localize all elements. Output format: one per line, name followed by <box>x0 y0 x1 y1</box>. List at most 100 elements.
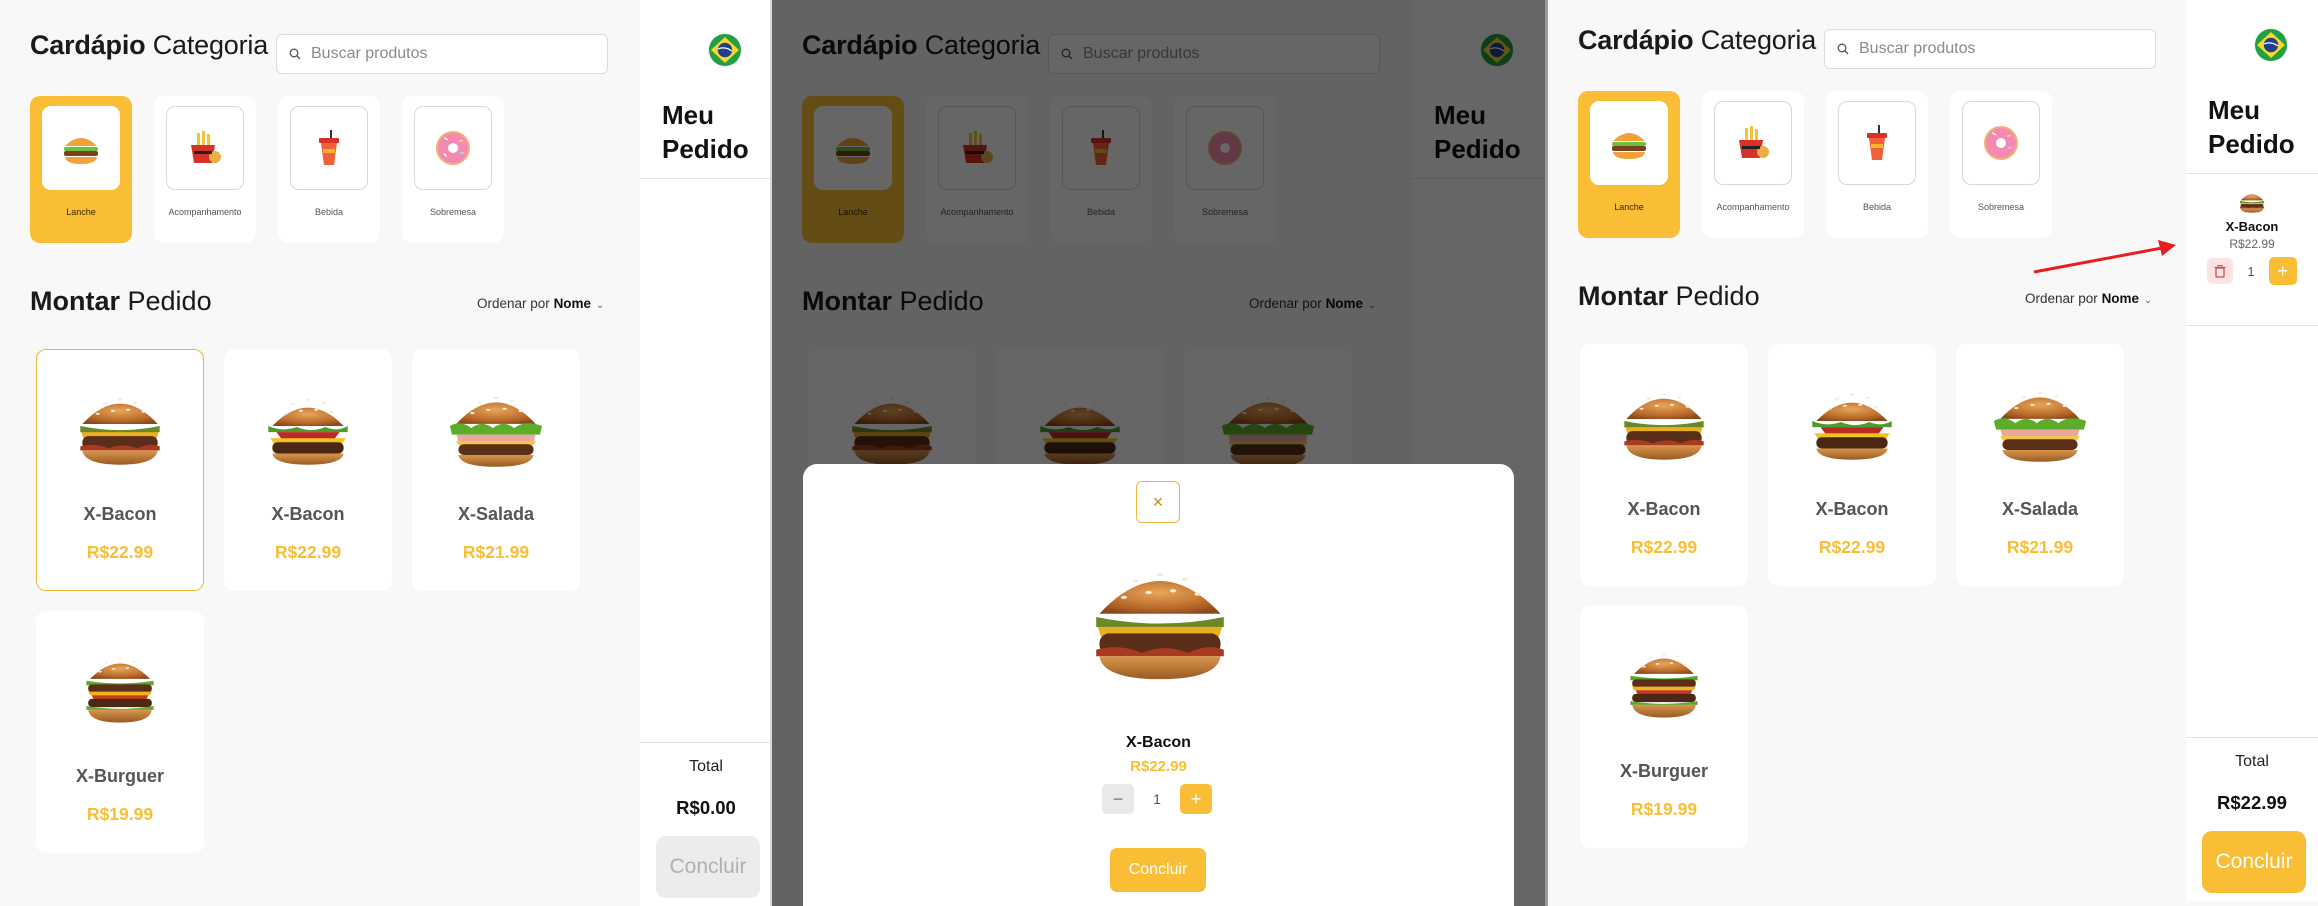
product-name: X-Bacon <box>271 504 345 524</box>
product-name: X-Bacon <box>1627 499 1701 519</box>
product-card[interactable]: X-Bacon R$22.99 <box>1768 344 1936 586</box>
category-bebida[interactable]: Bebida <box>1826 91 1928 238</box>
title-rest: Categoria <box>1700 25 1817 55</box>
sort-value: Nome <box>553 296 592 311</box>
order-divider <box>2186 737 2318 738</box>
product-price: R$22.99 <box>86 542 154 562</box>
trash-icon <box>2214 264 2226 278</box>
category-label: Acompanhamento <box>1716 202 1790 212</box>
brazil-flag-icon[interactable] <box>707 32 743 68</box>
order-title-line2: Pedido <box>2208 129 2295 159</box>
donut-icon <box>414 106 492 190</box>
product-price: R$19.99 <box>1630 799 1698 819</box>
close-icon: × <box>1152 491 1164 512</box>
sort-value: Nome <box>2101 291 2140 306</box>
page-title: Cardápio Categoria <box>30 30 268 61</box>
product-card[interactable]: X-Burguer R$19.99 <box>1580 606 1748 848</box>
category-lanche[interactable]: Lanche <box>30 96 132 243</box>
increase-item-button[interactable]: + <box>2268 257 2297 285</box>
modal-product-price: R$22.99 <box>1130 758 1187 775</box>
title-rest: Categoria <box>152 30 269 60</box>
sort-label: Ordenar por <box>2025 291 2098 306</box>
product-name: X-Bacon <box>1815 499 1889 519</box>
order-title-line1: Meu <box>2208 95 2260 125</box>
order-divider <box>2186 325 2318 326</box>
section-title: Montar Pedido <box>1578 281 1760 312</box>
title-bold: Cardápio <box>1578 25 1694 55</box>
screen-empty-order: Cardápio Categoria Lanche Acompanham <box>0 0 772 906</box>
sort-dropdown[interactable]: Ordenar por Nome ⌄ <box>2025 291 2152 306</box>
category-acompanhamento[interactable]: Acompanhamento <box>1702 91 1804 238</box>
screen-item-added: Cardápio Categoria Lanche Acompanhame <box>1548 0 2318 906</box>
modal-concluir-button[interactable]: Concluir <box>1110 848 1206 892</box>
burger-icon <box>42 106 120 190</box>
close-button[interactable]: × <box>1136 481 1180 523</box>
category-bebida[interactable]: Bebida <box>278 96 380 243</box>
donut-icon <box>1962 101 2040 185</box>
category-label: Sobremesa <box>1977 202 2025 212</box>
sort-label: Ordenar por <box>477 296 550 311</box>
increase-quantity-button[interactable]: + <box>1180 784 1212 814</box>
drink-cup-icon <box>1838 101 1916 185</box>
category-label: Acompanhamento <box>168 207 242 217</box>
brazil-flag-icon[interactable] <box>2253 27 2289 63</box>
concluir-button[interactable]: Concluir <box>2202 831 2306 893</box>
product-card[interactable]: X-Bacon R$22.99 <box>1580 344 1748 586</box>
category-list: Lanche Acompanhamento Bebida <box>1578 91 2052 238</box>
product-price: R$22.99 <box>274 542 342 562</box>
bacon-burger-image <box>64 376 176 476</box>
double-burger-image <box>70 638 170 738</box>
search-input[interactable] <box>311 45 591 63</box>
product-grid: X-Bacon R$22.99 X-Bacon R$22.99 X-Salada… <box>1580 344 2124 848</box>
product-modal: × X-Bacon R$22.99 − 1 + Concluir <box>803 464 1514 906</box>
concluir-button[interactable]: Concluir <box>656 836 760 898</box>
category-sobremesa[interactable]: Sobremesa <box>1950 91 2052 238</box>
section-title-rest: Pedido <box>127 286 212 316</box>
bacon-burger-image <box>1608 371 1720 471</box>
category-label: Sobremesa <box>429 207 477 217</box>
salad-burger-image <box>1981 371 2099 471</box>
product-card[interactable]: X-Bacon R$22.99 <box>224 349 392 591</box>
category-label: Lanche <box>1614 202 1644 212</box>
category-list: Lanche Acompanhamento Bebida <box>30 96 504 243</box>
remove-item-button[interactable] <box>2207 258 2234 284</box>
search-box[interactable] <box>276 34 608 74</box>
chevron-down-icon: ⌄ <box>2141 295 2153 306</box>
search-input[interactable] <box>1859 40 2139 58</box>
screen-product-modal: Cardápio Categoria Lanche Acompanhame <box>772 0 1548 906</box>
section-title-bold: Montar <box>1578 281 1668 311</box>
sort-dropdown[interactable]: Ordenar por Nome ⌄ <box>477 296 604 311</box>
order-title-line2: Pedido <box>662 134 749 164</box>
modal-product-name: X-Bacon <box>1126 734 1191 751</box>
product-name: X-Burguer <box>75 766 164 786</box>
order-item-name: X-Bacon <box>2225 219 2279 234</box>
product-card[interactable]: X-Salada R$21.99 <box>412 349 580 591</box>
order-item-image <box>2235 187 2269 215</box>
quantity-stepper: − 1 + <box>1102 784 1212 814</box>
order-item-quantity: 1 <box>2247 263 2255 279</box>
decrease-quantity-button[interactable]: − <box>1102 784 1134 814</box>
category-lanche[interactable]: Lanche <box>1578 91 1680 238</box>
order-item-controls: 1 + <box>2207 257 2297 285</box>
order-panel: Meu Pedido Total R$0.00 Concluir <box>640 0 772 906</box>
order-item: X-Bacon R$22.99 1 + <box>2186 187 2318 285</box>
product-name: X-Bacon <box>83 504 157 524</box>
section-title-rest: Pedido <box>1675 281 1760 311</box>
chevron-down-icon: ⌄ <box>593 300 605 311</box>
catalog-panel: Cardápio Categoria Lanche Acompanham <box>0 0 640 906</box>
order-divider <box>2186 173 2318 174</box>
title-bold: Cardápio <box>30 30 146 60</box>
search-box[interactable] <box>1824 29 2156 69</box>
salad-burger-image <box>437 376 555 476</box>
category-acompanhamento[interactable]: Acompanhamento <box>154 96 256 243</box>
fries-bucket-icon <box>166 106 244 190</box>
category-sobremesa[interactable]: Sobremesa <box>402 96 504 243</box>
fries-bucket-icon <box>1714 101 1792 185</box>
category-label: Bebida <box>1862 202 1892 212</box>
product-card[interactable]: X-Burguer R$19.99 <box>36 611 204 853</box>
product-price: R$22.99 <box>1630 537 1698 557</box>
product-card[interactable]: X-Salada R$21.99 <box>1956 344 2124 586</box>
drink-cup-icon <box>290 106 368 190</box>
order-divider <box>640 178 772 179</box>
product-card[interactable]: X-Bacon R$22.99 <box>36 349 204 591</box>
